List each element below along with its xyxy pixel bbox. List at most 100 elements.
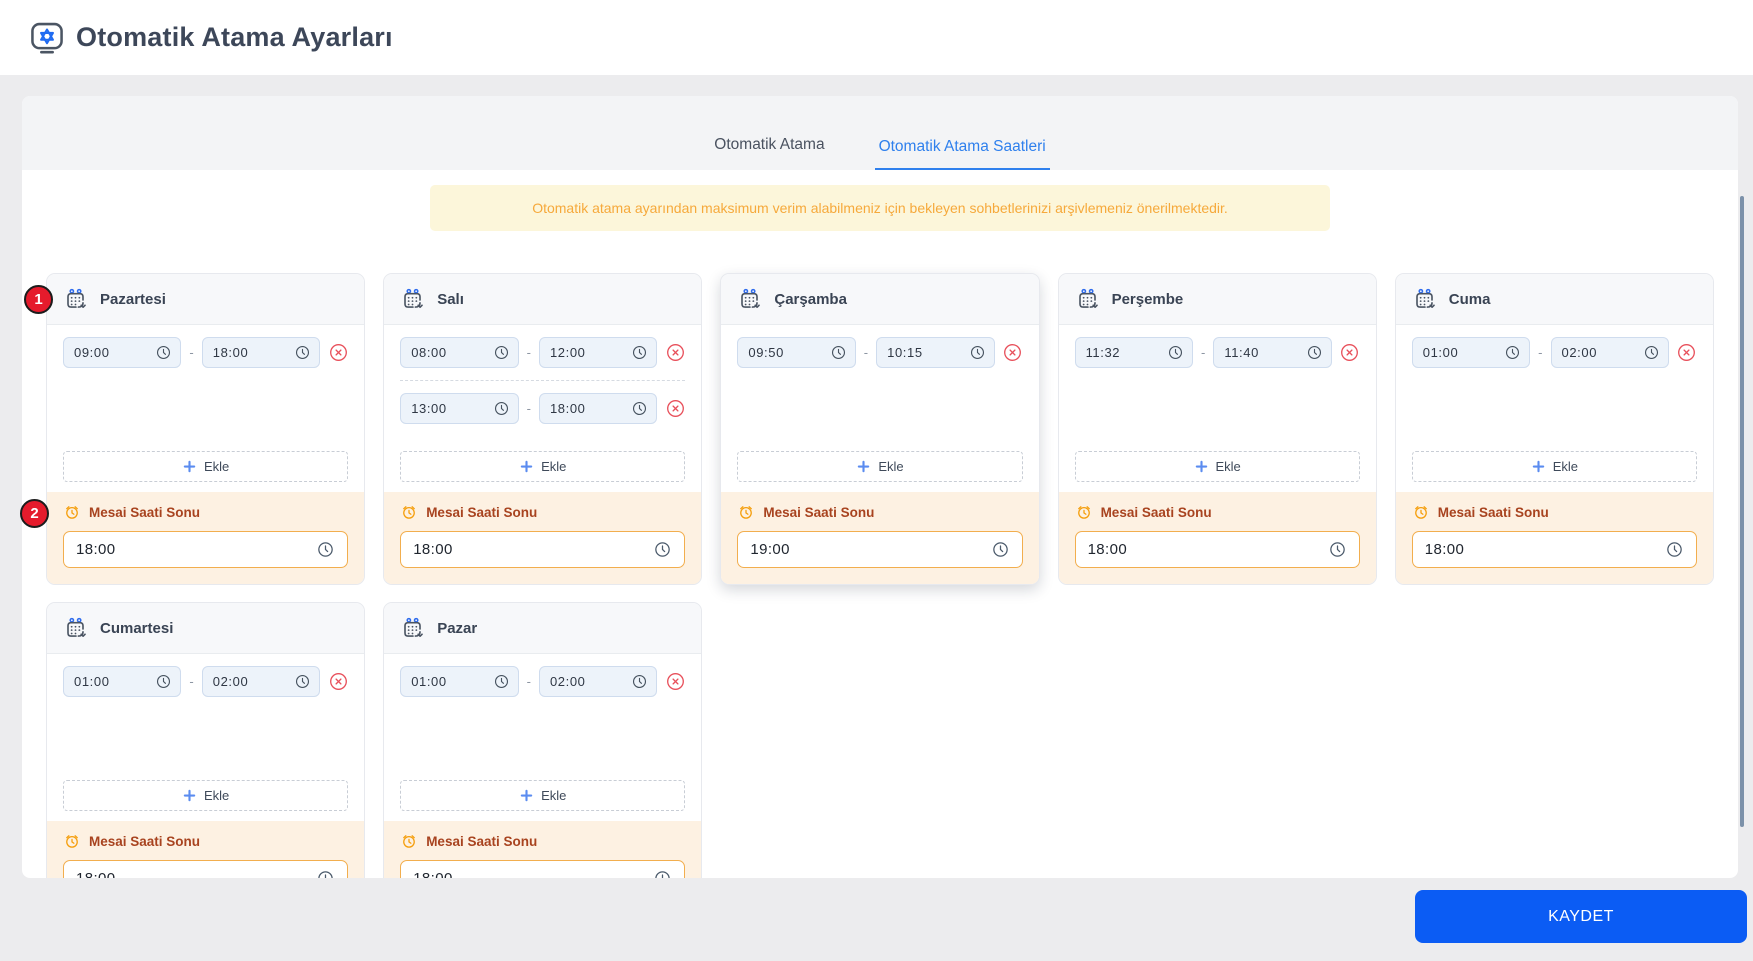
start-time-value: 09:00: [74, 345, 110, 360]
end-time-input[interactable]: 12:00: [538, 337, 658, 368]
end-of-shift-time-input[interactable]: 19:00: [737, 531, 1023, 568]
calendar-sync-icon: [400, 287, 425, 312]
day-card-header: Pazar: [384, 603, 702, 654]
end-of-shift-section: Mesai Saati Sonu 18:00: [47, 821, 365, 878]
time-rows: 01:00 - 02:00: [1396, 325, 1713, 441]
range-separator: -: [526, 674, 531, 689]
add-time-range-button[interactable]: Ekle: [737, 451, 1023, 482]
delete-time-range-button[interactable]: [665, 672, 685, 692]
end-time-input[interactable]: 02:00: [201, 666, 321, 697]
start-time-input[interactable]: 11:32: [1074, 337, 1193, 368]
start-time-input[interactable]: 01:00: [63, 666, 182, 697]
start-time-input[interactable]: 01:00: [1411, 337, 1531, 368]
end-time-input[interactable]: 02:00: [1550, 337, 1669, 368]
start-time-input[interactable]: 08:00: [400, 337, 519, 368]
end-of-shift-label: Mesai Saati Sonu: [89, 833, 201, 849]
start-time-value: 13:00: [411, 401, 447, 416]
day-card: Çarşamba 09:50 - 10:15 Ekle Mesai Saati …: [720, 273, 1040, 585]
time-rows: 08:00 - 12:00 13:00 - 18:00: [384, 325, 701, 441]
start-time-input[interactable]: 01:00: [400, 666, 519, 697]
end-time-value: 12:00: [549, 345, 586, 360]
range-separator: -: [526, 345, 531, 360]
time-range-row: 13:00 - 18:00: [400, 393, 685, 424]
start-time-input[interactable]: 09:00: [63, 337, 182, 368]
tab-otomatik-atama-saatleri[interactable]: Otomatik Atama Saatleri: [874, 138, 1050, 170]
end-of-shift-value: 18:00: [76, 870, 116, 878]
delete-time-range-button[interactable]: [1340, 343, 1360, 363]
end-of-shift-time-input[interactable]: 18:00: [63, 860, 349, 878]
clock-icon: [653, 869, 672, 878]
start-time-value: 01:00: [411, 674, 447, 689]
vertical-scrollbar[interactable]: [1740, 196, 1744, 827]
end-time-value: 10:15: [887, 345, 923, 360]
calendar-sync-icon: [63, 616, 88, 641]
end-of-shift-time-input[interactable]: 18:00: [63, 531, 349, 568]
add-time-range-button[interactable]: Ekle: [1411, 451, 1697, 482]
alarm-clock-icon: [400, 503, 418, 521]
tabbar: Otomatik Atama Otomatik Atama Saatleri: [22, 96, 1738, 170]
day-title: Perşembe: [1111, 290, 1184, 308]
time-range-row: 01:00 - 02:00: [400, 666, 685, 697]
end-time-input[interactable]: 11:40: [1213, 337, 1332, 368]
add-time-range-button[interactable]: Ekle: [63, 780, 349, 811]
end-of-shift-time-input[interactable]: 18:00: [1411, 531, 1697, 568]
end-of-shift-value: 18:00: [1424, 541, 1465, 558]
end-of-shift-time-input[interactable]: 18:00: [400, 860, 686, 878]
end-of-shift-label-row: Mesai Saati Sonu: [63, 832, 348, 850]
time-rows: 11:32 - 11:40: [1059, 325, 1376, 441]
add-time-range-button[interactable]: Ekle: [400, 451, 686, 482]
start-time-input[interactable]: 13:00: [400, 393, 519, 424]
end-of-shift-value: 19:00: [750, 541, 790, 558]
end-of-shift-value: 18:00: [1087, 541, 1128, 558]
clock-icon: [1306, 344, 1323, 361]
tab-otomatik-atama[interactable]: Otomatik Atama: [710, 136, 828, 170]
clock-icon: [294, 344, 311, 361]
delete-time-range-button[interactable]: [665, 343, 685, 363]
annotation-badge-1: 1: [24, 285, 53, 314]
save-button[interactable]: KAYDET: [1415, 890, 1747, 943]
alarm-clock-icon: [1075, 503, 1093, 521]
delete-time-range-button[interactable]: [1003, 343, 1023, 363]
add-time-range-button[interactable]: Ekle: [63, 451, 349, 482]
plus-icon: [519, 788, 534, 803]
range-separator: -: [189, 345, 194, 360]
start-time-value: 01:00: [74, 674, 110, 689]
day-card: Cumartesi 01:00 - 02:00 Ekle Mesai Saati…: [46, 602, 366, 878]
clock-icon: [155, 344, 172, 361]
add-label: Ekle: [541, 459, 567, 474]
day-card: Perşembe 11:32 - 11:40 Ekle Mesai Saati …: [1057, 273, 1377, 585]
delete-circle-icon: [666, 399, 685, 418]
end-of-shift-time-input[interactable]: 18:00: [400, 531, 686, 568]
add-label: Ekle: [541, 788, 567, 803]
delete-circle-icon: [329, 343, 348, 362]
day-card: Salı 08:00 - 12:00 13:00 - 18:00 Ekle Me…: [383, 273, 703, 585]
day-title: Çarşamba: [774, 290, 847, 308]
delete-time-range-button[interactable]: [328, 343, 348, 363]
day-card-header: Pazartesi: [47, 274, 365, 325]
add-time-range-button[interactable]: Ekle: [400, 780, 686, 811]
time-range-row: 01:00 - 02:00: [63, 666, 348, 697]
end-time-input[interactable]: 18:00: [201, 337, 321, 368]
clock-icon: [631, 344, 648, 361]
day-title: Pazar: [437, 619, 478, 637]
clock-icon: [155, 673, 172, 690]
add-time-range-button[interactable]: Ekle: [1074, 451, 1360, 482]
day-card-header: Cumartesi: [47, 603, 365, 654]
settings-panel: Otomatik Atama Otomatik Atama Saatleri O…: [22, 96, 1738, 878]
app-header: Otomatik Atama Ayarları: [0, 0, 1753, 75]
clock-icon: [493, 344, 510, 361]
time-range-row: 09:50 - 10:15: [737, 337, 1022, 368]
end-time-input[interactable]: 10:15: [876, 337, 995, 368]
time-range-row: 08:00 - 12:00: [400, 337, 686, 381]
start-time-input[interactable]: 09:50: [737, 337, 856, 368]
delete-time-range-button[interactable]: [328, 672, 348, 692]
end-of-shift-label: Mesai Saati Sonu: [1437, 504, 1549, 520]
delete-time-range-button[interactable]: [1677, 343, 1697, 363]
delete-time-range-button[interactable]: [665, 399, 685, 419]
end-time-input[interactable]: 18:00: [538, 393, 658, 424]
end-of-shift-time-input[interactable]: 18:00: [1074, 531, 1360, 568]
end-time-input[interactable]: 02:00: [538, 666, 658, 697]
end-of-shift-label-row: Mesai Saati Sonu: [1075, 503, 1360, 521]
end-of-shift-label-row: Mesai Saati Sonu: [400, 503, 685, 521]
day-card-header: Çarşamba: [721, 274, 1039, 325]
